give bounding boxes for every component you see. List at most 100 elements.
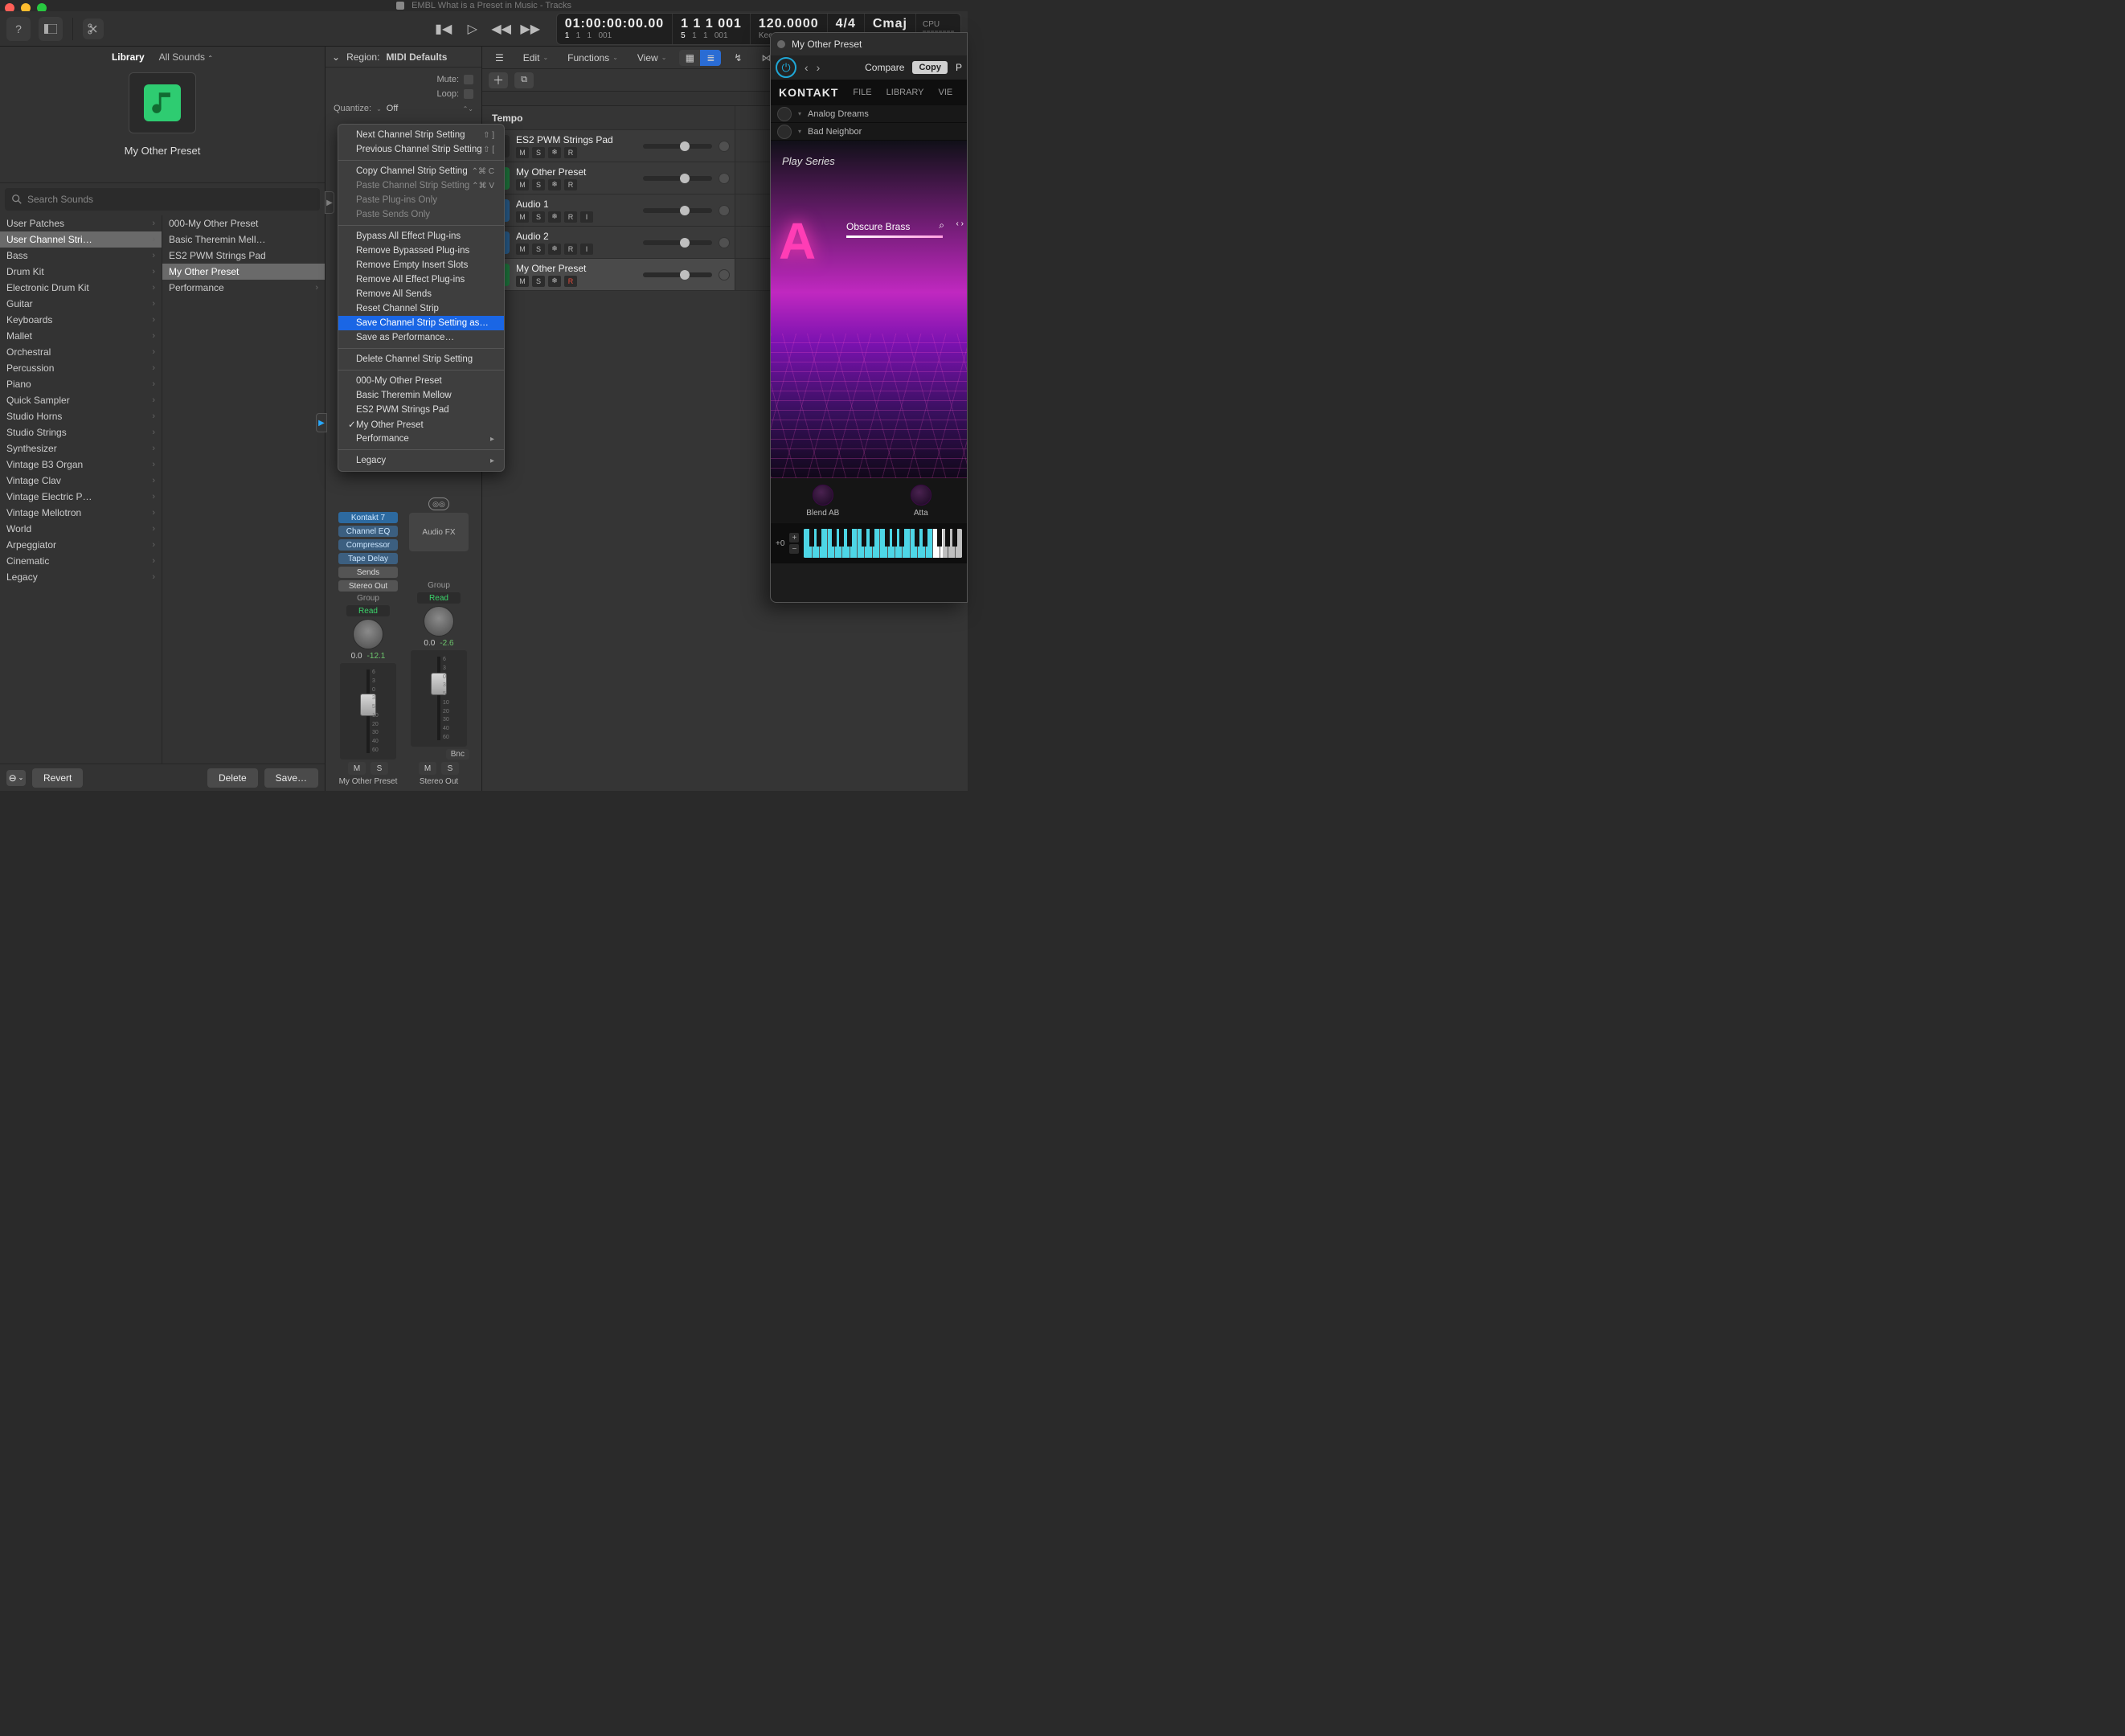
plugin-copy-button[interactable]: Copy xyxy=(912,61,948,74)
category-column[interactable]: User Patches›User Channel Stri…›Bass›Dru… xyxy=(0,215,162,764)
rack-disclosure-icon[interactable]: ▾ xyxy=(798,110,801,117)
track-r-button[interactable]: R xyxy=(564,244,577,255)
plugin-prev-button[interactable]: ‹ xyxy=(805,61,809,74)
rack-disclosure-icon[interactable]: ▾ xyxy=(798,128,801,135)
octave-down-button[interactable]: − xyxy=(789,544,799,554)
menu-item[interactable]: 000-My Other Preset xyxy=(338,374,504,388)
preset-row[interactable]: 000-My Other Preset xyxy=(162,215,325,231)
track-header[interactable]: ♫My Other PresetMS❄R xyxy=(482,162,735,194)
rewind-button[interactable]: ◀◀ xyxy=(490,18,513,40)
library-options-button[interactable]: ⊖⌄ xyxy=(6,770,26,786)
loop-row[interactable]: Loop: xyxy=(326,87,481,101)
menu-item[interactable]: Save as Performance… xyxy=(338,330,504,345)
lcd-position[interactable]: 1 1 1 001 5 1 1 001 xyxy=(673,14,751,44)
functions-menu[interactable]: Functions⌄ xyxy=(561,50,624,66)
track-volume-slider[interactable] xyxy=(643,144,712,149)
plugin-compare-button[interactable]: Compare xyxy=(865,62,904,73)
preset-row[interactable]: My Other Preset xyxy=(162,264,325,280)
plugin-paste-button[interactable]: P xyxy=(956,62,962,73)
menu-item[interactable]: Remove All Effect Plug-ins xyxy=(338,272,504,287)
track-r-button[interactable]: R xyxy=(564,211,577,223)
volume-fader[interactable]: 630351020304060 xyxy=(411,650,467,747)
attack-knob[interactable]: Atta xyxy=(911,485,931,518)
category-row[interactable]: Synthesizer› xyxy=(0,440,162,457)
track-header[interactable]: ∿Audio 1MS❄RI xyxy=(482,194,735,226)
search-sounds-input[interactable]: Search Sounds xyxy=(5,188,320,211)
automation-view-button[interactable]: ↯ xyxy=(727,50,748,66)
menu-item[interactable]: Previous Channel Strip Setting⇧ [ xyxy=(338,142,504,157)
category-row[interactable]: Cinematic› xyxy=(0,553,162,569)
track-i-button[interactable]: I xyxy=(580,244,593,255)
sends-slot[interactable]: Sends xyxy=(338,567,398,578)
layer-a-icon[interactable]: A xyxy=(779,211,816,271)
disclosure-triangle-icon[interactable]: ⌄ xyxy=(332,51,340,63)
category-row[interactable]: Electronic Drum Kit› xyxy=(0,280,162,296)
volume-fader[interactable]: 630351020304060 xyxy=(340,663,396,760)
plugin-drag-handle-icon[interactable] xyxy=(777,40,785,48)
menu-item[interactable]: Copy Channel Strip Setting⌃⌘ C xyxy=(338,164,504,178)
track-❄-button[interactable]: ❄ xyxy=(548,276,561,287)
mute-button[interactable]: M xyxy=(348,762,366,775)
view-mode-toggle[interactable]: ▦ ≣ xyxy=(679,50,721,66)
group-label[interactable]: Group xyxy=(357,594,379,603)
group-label[interactable]: Group xyxy=(428,581,450,590)
track-s-button[interactable]: S xyxy=(532,211,545,223)
track-s-button[interactable]: S xyxy=(532,244,545,255)
category-row[interactable]: Vintage Electric P…› xyxy=(0,489,162,505)
library-tab[interactable]: Library xyxy=(112,51,145,63)
mute-row[interactable]: Mute: xyxy=(326,72,481,87)
menu-item[interactable]: Remove Empty Insert Slots xyxy=(338,258,504,272)
all-sounds-dropdown[interactable]: All Sounds ⌃ xyxy=(159,51,213,63)
view-menu[interactable]: View⌄ xyxy=(631,50,674,66)
track-❄-button[interactable]: ❄ xyxy=(548,211,561,223)
menu-item[interactable]: Next Channel Strip Setting⇧ ] xyxy=(338,128,504,142)
fx-slot-compressor[interactable]: Compressor xyxy=(338,539,398,551)
forward-button[interactable]: ▶▶ xyxy=(519,18,542,40)
kontakt-view-menu[interactable]: VIE xyxy=(939,88,953,97)
library-toggle-button[interactable] xyxy=(39,17,63,41)
save-button[interactable]: Save… xyxy=(264,768,318,788)
menu-item[interactable]: Performance▸ xyxy=(338,432,504,446)
kontakt-rack-item-2[interactable]: ▾ Bad Neighbor xyxy=(771,123,967,141)
go-to-start-button[interactable]: ▮◀ xyxy=(432,18,455,40)
quantize-row[interactable]: Quantize:⌄Off⌃⌄ xyxy=(326,101,481,116)
plugin-next-button[interactable]: › xyxy=(817,61,821,74)
plugin-titlebar[interactable]: My Other Preset xyxy=(771,33,967,55)
track-r-button[interactable]: R xyxy=(564,179,577,190)
menu-item[interactable]: Legacy▸ xyxy=(338,453,504,468)
track-m-button[interactable]: M xyxy=(516,276,529,287)
kontakt-rack-item-1[interactable]: ▾ Analog Dreams xyxy=(771,105,967,123)
track-volume-slider[interactable] xyxy=(643,208,712,213)
duplicate-track-button[interactable]: ⧉ xyxy=(514,72,534,88)
channel-strip-output[interactable]: ◎◎ Audio FX Group Read 0.0-2.6 630351020… xyxy=(407,497,471,786)
automation-mode-button[interactable]: Read xyxy=(346,605,390,616)
channel-strip-track[interactable]: Kontakt 7 Channel EQ Compressor Tape Del… xyxy=(336,512,400,786)
kontakt-patch-name[interactable]: Obscure Brass xyxy=(846,221,910,232)
track-header[interactable]: ♫My Other PresetMS❄R xyxy=(482,259,735,290)
preset-row[interactable]: ES2 PWM Strings Pad xyxy=(162,248,325,264)
menu-item[interactable]: Reset Channel Strip xyxy=(338,301,504,316)
edit-menu[interactable]: Edit⌄ xyxy=(517,50,555,66)
octave-up-button[interactable]: + xyxy=(789,533,799,542)
preset-row[interactable]: Performance› xyxy=(162,280,325,296)
track-m-button[interactable]: M xyxy=(516,147,529,158)
tracks-menu-button[interactable]: ☰ xyxy=(489,50,510,66)
category-row[interactable]: Vintage B3 Organ› xyxy=(0,457,162,473)
pan-knob[interactable] xyxy=(353,619,383,649)
play-button[interactable]: ▷ xyxy=(461,18,484,40)
menu-item[interactable]: Remove Bypassed Plug-ins xyxy=(338,244,504,258)
audio-fx-area[interactable]: Audio FX xyxy=(409,513,469,551)
track-m-button[interactable]: M xyxy=(516,179,529,190)
category-row[interactable]: User Channel Stri…› xyxy=(0,231,162,248)
menu-item[interactable]: Delete Channel Strip Setting xyxy=(338,352,504,366)
category-row[interactable]: Arpeggiator› xyxy=(0,537,162,553)
menu-item[interactable]: Basic Theremin Mellow xyxy=(338,388,504,403)
kontakt-instrument-gui[interactable]: Play Series A Obscure Brass ⌕ ‹ › xyxy=(771,141,967,478)
fx-slot-eq[interactable]: Channel EQ xyxy=(338,526,398,537)
category-row[interactable]: Percussion› xyxy=(0,360,162,376)
track-s-button[interactable]: S xyxy=(532,276,545,287)
track-volume-slider[interactable] xyxy=(643,272,712,277)
category-row[interactable]: Keyboards› xyxy=(0,312,162,328)
category-row[interactable]: Drum Kit› xyxy=(0,264,162,280)
track-volume-slider[interactable] xyxy=(643,240,712,245)
